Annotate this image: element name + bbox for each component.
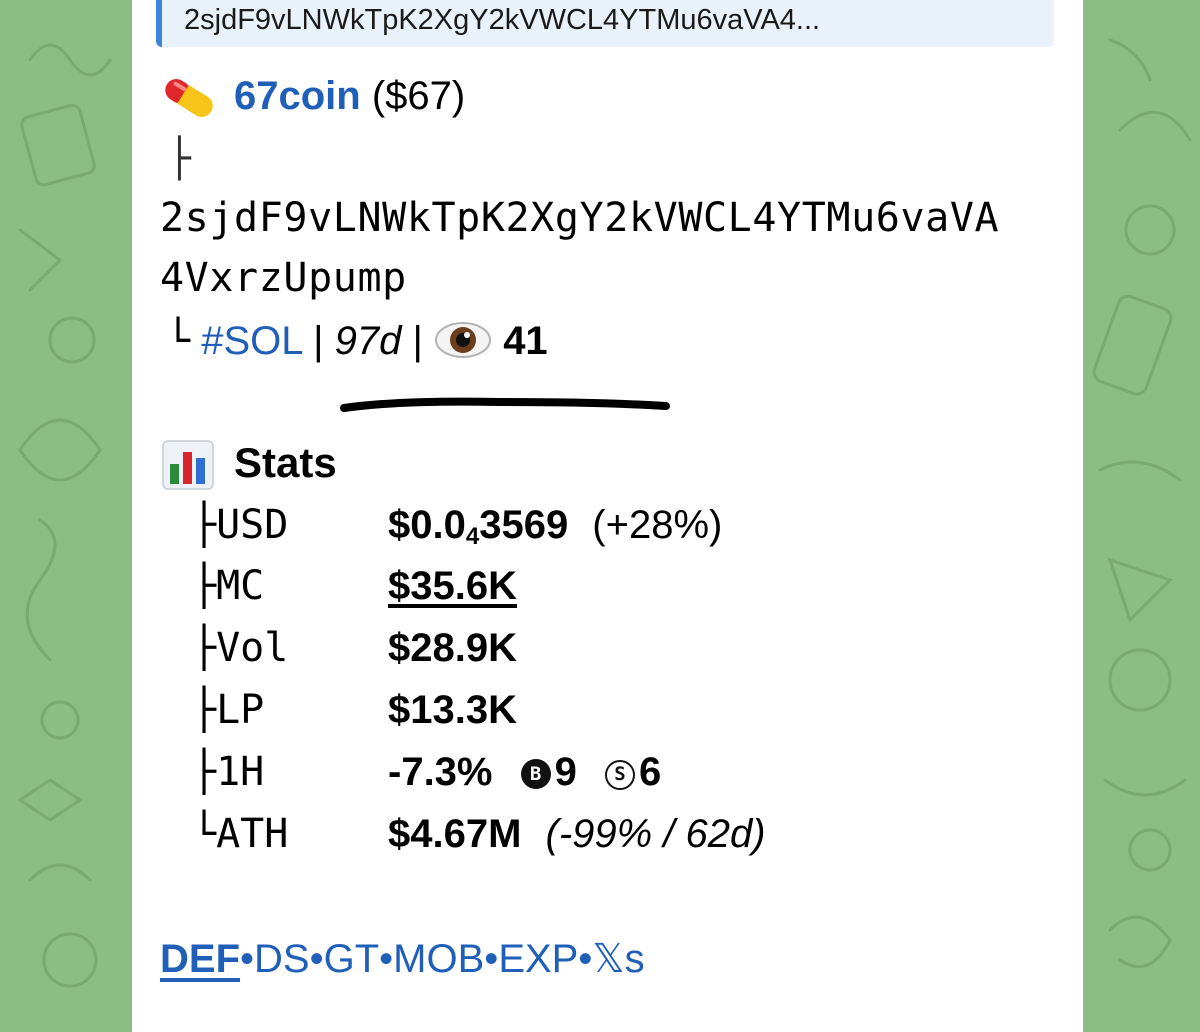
tree-branch: ├	[168, 136, 191, 180]
link-separator: •	[484, 937, 499, 981]
link-mob[interactable]: MOB	[393, 937, 484, 981]
view-count: 41	[503, 319, 548, 363]
pill-icon	[165, 79, 213, 117]
ath-change: (-99% / 62d)	[545, 812, 766, 856]
stat-row-vol: ├Vol $28.9K	[192, 618, 517, 678]
stat-key: ├USD	[192, 502, 289, 548]
link-def[interactable]: DEF	[160, 937, 240, 981]
stats-heading: Stats	[234, 439, 337, 486]
usd-price: $0.043569	[388, 503, 569, 550]
link-x-search[interactable]: 𝕏s	[592, 937, 644, 981]
bar-chart-icon	[162, 440, 214, 490]
chain-hashtag[interactable]: #SOL	[201, 319, 302, 363]
separator: |	[313, 319, 324, 363]
link-ds[interactable]: DS	[254, 937, 310, 981]
market-cap-link[interactable]: $35.6K	[388, 564, 517, 608]
buys-icon: B	[520, 759, 551, 789]
link-gt[interactable]: GT	[324, 937, 380, 981]
stat-row-lp: ├LP $13.3K	[192, 680, 517, 740]
hourly-change: -7.3%	[388, 750, 493, 794]
stat-row-mc: ├MC $35.6K	[192, 556, 517, 616]
link-exp[interactable]: EXP	[498, 937, 578, 981]
price-change: (+28%)	[592, 503, 723, 547]
link-separator: •	[309, 937, 324, 981]
external-links: DEF•DS•GT•MOB•EXP•𝕏s	[160, 934, 645, 984]
stat-key: ├MC	[192, 563, 265, 609]
tree-branch-end: └	[166, 318, 191, 364]
token-name-link[interactable]: 67coin	[234, 74, 361, 118]
eyes-icon	[435, 322, 492, 358]
contract-address-line-2[interactable]: 4VxrzUpump	[160, 254, 407, 302]
contract-address-line-1[interactable]: 2sjdF9vLNWkTpK2XgY2kVWCL4YTMu6vaVA	[160, 194, 999, 242]
reply-quote[interactable]: 2sjdF9vLNWkTpK2XgY2kVWCL4YTMu6vaVA4...	[156, 0, 1054, 47]
link-separator: •	[578, 937, 593, 981]
sells-icon: S	[604, 760, 635, 790]
token-meta-row: └ #SOL | 97d | 41	[166, 316, 548, 366]
stat-row-1h: ├1H -7.3% B9 S6	[192, 742, 661, 802]
stat-row-ath: └ATH $4.67M (-99% / 62d)	[192, 804, 766, 864]
scribble-underline	[340, 397, 670, 412]
liquidity-value: $13.3K	[388, 688, 517, 732]
stat-key: ├LP	[192, 687, 265, 733]
volume-value: $28.9K	[388, 626, 517, 670]
stat-key: ├Vol	[192, 625, 289, 671]
sell-count: 6	[638, 750, 662, 794]
stat-key: ├1H	[192, 749, 265, 795]
stat-key: └ATH	[192, 811, 289, 857]
separator: |	[412, 319, 423, 363]
token-age: 97d	[334, 319, 402, 363]
link-separator: •	[379, 937, 394, 981]
stat-row-usd: ├USD $0.043569 (+28%)	[192, 495, 722, 555]
ath-value: $4.67M	[388, 812, 522, 856]
token-title: 67coin ($67)	[234, 70, 465, 122]
token-ticker: ($67)	[371, 74, 466, 118]
buy-count: 9	[554, 750, 577, 794]
link-separator: •	[240, 937, 255, 981]
reply-quote-text: 2sjdF9vLNWkTpK2XgY2kVWCL4YTMu6vaVA4...	[184, 4, 821, 36]
